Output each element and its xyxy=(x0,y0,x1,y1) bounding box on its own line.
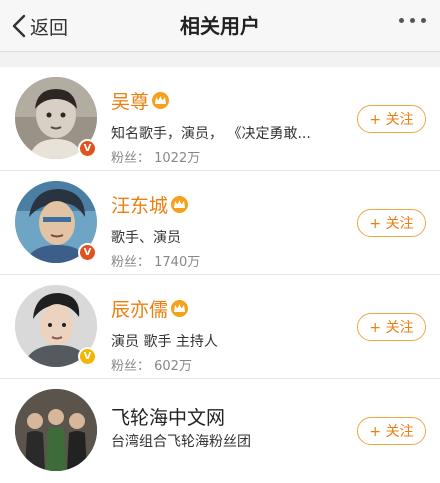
user-row[interactable]: 飞轮海中文网 台湾组合飞轮海粉丝团 + 关注 xyxy=(0,379,440,483)
user-row[interactable]: V 吴尊 知名歌手，演员， 《决定勇敢... 粉丝： 1022万 + 关注 xyxy=(0,67,440,171)
fan-count: 粉丝： 602万 xyxy=(111,359,192,374)
user-row[interactable]: V 汪东城 歌手、演员 粉丝： 1740万 + 关注 xyxy=(0,171,440,275)
user-row[interactable]: V 辰亦儒 演员 歌手 主持人 粉丝： 602万 + 关注 xyxy=(0,275,440,379)
vip-crown-icon xyxy=(171,300,189,317)
user-description: 台湾组合飞轮海粉丝团 xyxy=(111,434,251,450)
user-description: 演员 歌手 主持人 xyxy=(111,334,218,350)
user-name[interactable]: 汪东城 xyxy=(111,191,168,218)
user-description: 歌手、演员 xyxy=(111,230,181,246)
user-name[interactable]: 飞轮海中文网 xyxy=(111,403,225,430)
verified-badge-icon: V xyxy=(78,347,97,366)
chevron-left-icon xyxy=(12,14,26,38)
more-dots-icon[interactable] xyxy=(399,18,426,23)
back-label: 返回 xyxy=(30,16,69,39)
verified-badge-icon: V xyxy=(78,243,97,262)
user-name[interactable]: 吴尊 xyxy=(111,87,149,114)
vip-crown-icon xyxy=(171,196,189,213)
navigation-bar: 返回 相关用户 xyxy=(0,0,440,52)
user-list: V 吴尊 知名歌手，演员， 《决定勇敢... 粉丝： 1022万 + 关注 V xyxy=(0,67,440,483)
fan-count: 粉丝： 1022万 xyxy=(111,151,201,166)
section-gap xyxy=(0,52,440,67)
follow-button[interactable]: + 关注 xyxy=(357,209,426,237)
follow-button[interactable]: + 关注 xyxy=(357,105,426,133)
verified-badge-icon: V xyxy=(78,139,97,158)
vip-crown-icon xyxy=(152,92,170,109)
avatar[interactable] xyxy=(15,389,97,471)
follow-button[interactable]: + 关注 xyxy=(357,313,426,341)
back-button[interactable]: 返回 xyxy=(12,0,68,52)
fan-count: 粉丝： 1740万 xyxy=(111,255,201,270)
follow-button[interactable]: + 关注 xyxy=(357,417,426,445)
user-description: 知名歌手，演员， 《决定勇敢... xyxy=(111,126,311,142)
user-name[interactable]: 辰亦儒 xyxy=(111,295,168,322)
